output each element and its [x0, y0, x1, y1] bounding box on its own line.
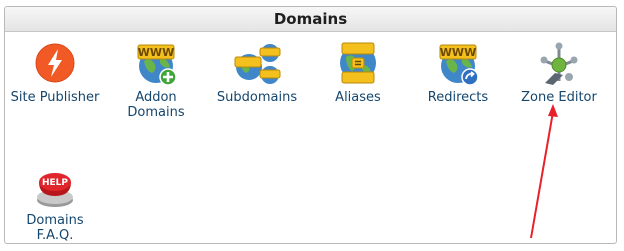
aliases-label: Aliases	[335, 90, 381, 105]
subdomains-label: Subdomains	[216, 90, 298, 105]
domains-panel: Domains Site Publisher WWW Addon Domains	[4, 6, 617, 244]
redirects-icon: WWW	[439, 44, 479, 86]
redirects-link[interactable]: WWW Redirects	[408, 39, 508, 105]
zone-editor-link[interactable]: Zone Editor	[509, 39, 609, 105]
www-badge: WWW	[440, 46, 476, 59]
panel-title: Domains	[5, 7, 616, 32]
subdomains-link[interactable]: Subdomains	[207, 39, 307, 105]
www-badge: WWW	[138, 46, 174, 59]
help-button-icon: HELP	[37, 173, 73, 207]
aliases-icon	[340, 42, 376, 84]
domains-faq-link[interactable]: HELP Domains F.A.Q.	[5, 162, 105, 243]
help-badge: HELP	[42, 178, 68, 188]
site-publisher-icon	[35, 43, 75, 83]
addon-domains-link[interactable]: WWW Addon Domains	[106, 39, 206, 120]
domains-faq-label: Domains F.A.Q.	[26, 213, 84, 243]
aliases-link[interactable]: Aliases	[308, 39, 408, 105]
zone-editor-icon	[540, 42, 578, 85]
addon-domains-icon: WWW	[137, 44, 177, 86]
site-publisher-label: Site Publisher	[10, 90, 100, 105]
subdomains-icon	[234, 44, 281, 84]
zone-editor-label: Zone Editor	[521, 90, 597, 105]
site-publisher-link[interactable]: Site Publisher	[5, 39, 105, 105]
redirects-label: Redirects	[427, 90, 489, 105]
domains-icon-grid: Site Publisher WWW Addon Domains Subdoma…	[5, 32, 616, 244]
addon-domains-label: Addon Domains	[127, 90, 185, 120]
